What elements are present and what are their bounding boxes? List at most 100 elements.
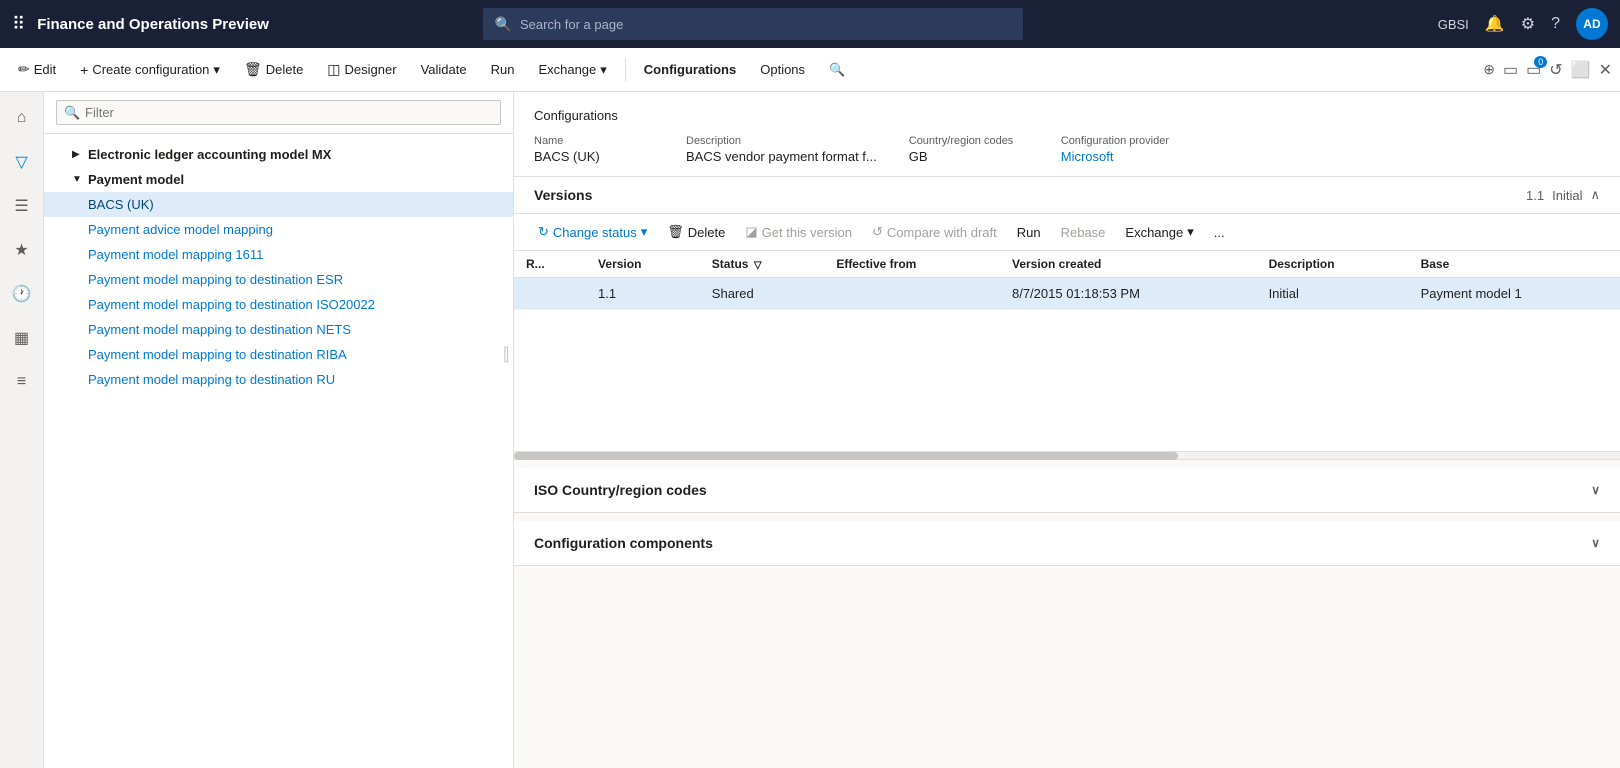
configurations-tab[interactable]: Configurations bbox=[634, 58, 746, 81]
config-field-label-provider: Configuration provider bbox=[1061, 135, 1181, 147]
sidebar-item-lines[interactable]: ☰ bbox=[4, 188, 40, 224]
tree-item-payment-esr[interactable]: Payment model mapping to destination ESR bbox=[44, 267, 513, 292]
change-status-button[interactable]: ↻ Change status ▾ bbox=[530, 220, 655, 244]
run-button[interactable]: Run bbox=[481, 58, 525, 81]
main-toolbar: ✏ Edit + Create configuration ▾ 🗑 Delete… bbox=[0, 48, 1620, 92]
tree-item-electronic-ledger[interactable]: ▶ Electronic ledger accounting model MX bbox=[44, 142, 513, 167]
delete-version-label: Delete bbox=[688, 225, 726, 240]
edit-label: Edit bbox=[34, 62, 56, 77]
sidebar-item-grid[interactable]: ▦ bbox=[4, 320, 40, 356]
compare-icon: ↺ bbox=[872, 224, 883, 240]
tree-item-bacs-uk[interactable]: BACS (UK) bbox=[44, 192, 513, 217]
exchange-version-button[interactable]: Exchange ▾ bbox=[1117, 220, 1201, 244]
delete-label: Delete bbox=[266, 62, 304, 77]
exchange-dropdown-icon: ▾ bbox=[600, 62, 607, 78]
get-version-icon: ◪ bbox=[745, 224, 757, 240]
config-field-name: Name BACS (UK) bbox=[534, 135, 654, 164]
create-config-button[interactable]: + Create configuration ▾ bbox=[70, 58, 230, 82]
plus-icon: + bbox=[80, 62, 88, 78]
iso-section-header[interactable]: ISO Country/region codes ∨ bbox=[514, 468, 1620, 512]
col-header-description: Description bbox=[1257, 251, 1409, 278]
tree-item-payment-riba[interactable]: Payment model mapping to destination RIB… bbox=[44, 342, 513, 367]
maximize-icon[interactable]: ⬜ bbox=[1571, 60, 1591, 80]
sidebar-item-list[interactable]: ≡ bbox=[4, 364, 40, 400]
delete-version-icon: 🗑 bbox=[667, 224, 684, 240]
tree-item-payment-model-1611[interactable]: Payment model mapping 1611 bbox=[44, 242, 513, 267]
get-version-label: Get this version bbox=[762, 225, 852, 240]
cell-status: Shared bbox=[700, 278, 825, 310]
cell-run bbox=[514, 278, 586, 310]
configurations-label: Configurations bbox=[644, 62, 736, 77]
search-bar[interactable]: 🔍 Search for a page bbox=[483, 8, 1023, 40]
col-header-effective-from: Effective from bbox=[824, 251, 1000, 278]
designer-label: Designer bbox=[345, 62, 397, 77]
tree-filter-bar: 🔍 bbox=[44, 92, 513, 134]
compare-with-draft-button[interactable]: ↺ Compare with draft bbox=[864, 220, 1005, 244]
tree-item-payment-advice[interactable]: Payment advice model mapping bbox=[44, 217, 513, 242]
config-fields: Name BACS (UK) Description BACS vendor p… bbox=[534, 135, 1600, 164]
help-icon[interactable]: ? bbox=[1551, 15, 1560, 33]
delete-icon: 🗑 bbox=[244, 61, 262, 78]
exchange-button[interactable]: Exchange ▾ bbox=[528, 58, 616, 82]
designer-icon: ◫ bbox=[327, 61, 340, 78]
versions-section: Versions 1.1 Initial ∧ ↻ Change status ▾… bbox=[514, 177, 1620, 460]
main-layout: ⌂ ▽ ☰ ★ 🕐 ▦ ≡ 🔍 ▶ Electronic ledger acco… bbox=[0, 92, 1620, 768]
sidebar-item-home[interactable]: ⌂ bbox=[4, 100, 40, 136]
get-this-version-button[interactable]: ◪ Get this version bbox=[737, 220, 860, 244]
config-field-description: Description BACS vendor payment format f… bbox=[686, 135, 877, 164]
rebase-label: Rebase bbox=[1061, 225, 1106, 240]
collapse-versions-icon[interactable]: ∧ bbox=[1590, 187, 1600, 203]
avatar[interactable]: AD bbox=[1576, 8, 1608, 40]
exchange-label: Exchange bbox=[538, 62, 596, 77]
bell-icon[interactable]: 🔔 bbox=[1485, 14, 1505, 34]
gbsi-label: GBSI bbox=[1438, 17, 1469, 32]
rebase-button[interactable]: Rebase bbox=[1053, 221, 1114, 244]
toolbar-search-btn[interactable]: 🔍 bbox=[819, 58, 855, 82]
tree-item-label-payment-model: Payment model bbox=[88, 172, 184, 187]
options-label: Options bbox=[760, 62, 805, 77]
delete-version-button[interactable]: 🗑 Delete bbox=[659, 220, 733, 244]
refresh-icon[interactable]: ↺ bbox=[1549, 60, 1562, 80]
panel-icon[interactable]: ▭ bbox=[1503, 60, 1518, 80]
config-field-country: Country/region codes GB bbox=[909, 135, 1029, 164]
delete-button[interactable]: 🗑 Delete bbox=[234, 57, 313, 82]
table-row[interactable]: 1.1 Shared 8/7/2015 01:18:53 PM Initial … bbox=[514, 278, 1620, 310]
tree-item-payment-model[interactable]: ▼ Payment model bbox=[44, 167, 513, 192]
gear-icon[interactable]: ⚙ bbox=[1521, 14, 1535, 34]
config-field-label-name: Name bbox=[534, 135, 654, 147]
toolbar-right-icons: ⊕ ▭ ▭ 0 ↺ ⬜ ✕ bbox=[1483, 60, 1612, 80]
pin-icon[interactable]: ⊕ bbox=[1483, 61, 1495, 78]
create-config-label: Create configuration bbox=[92, 62, 209, 77]
run-version-button[interactable]: Run bbox=[1009, 221, 1049, 244]
tree-item-payment-nets[interactable]: Payment model mapping to destination NET… bbox=[44, 317, 513, 342]
more-button[interactable]: ... bbox=[1206, 221, 1233, 244]
sidebar-item-clock[interactable]: 🕐 bbox=[4, 276, 40, 312]
edit-button[interactable]: ✏ Edit bbox=[8, 57, 66, 82]
cell-description: Initial bbox=[1257, 278, 1409, 310]
more-icon: ... bbox=[1214, 225, 1225, 240]
tree-item-label-1611: Payment model mapping 1611 bbox=[88, 247, 263, 262]
badge-icon[interactable]: ▭ 0 bbox=[1526, 60, 1541, 80]
sidebar-item-star[interactable]: ★ bbox=[4, 232, 40, 268]
config-field-value-country: GB bbox=[909, 149, 1029, 164]
close-icon[interactable]: ✕ bbox=[1599, 60, 1612, 80]
tree-item-payment-iso20022[interactable]: Payment model mapping to destination ISO… bbox=[44, 292, 513, 317]
config-components-header[interactable]: Configuration components ∨ bbox=[514, 521, 1620, 565]
tree-item-label-esr: Payment model mapping to destination ESR bbox=[88, 272, 343, 287]
config-field-value-provider[interactable]: Microsoft bbox=[1061, 149, 1181, 164]
tree-panel: 🔍 ▶ Electronic ledger accounting model M… bbox=[44, 92, 514, 768]
validate-button[interactable]: Validate bbox=[411, 58, 477, 81]
horizontal-scrollbar[interactable] bbox=[514, 451, 1620, 459]
tree-item-payment-ru[interactable]: Payment model mapping to destination RU bbox=[44, 367, 513, 392]
designer-button[interactable]: ◫ Designer bbox=[317, 57, 406, 82]
tree-item-label-riba: Payment model mapping to destination RIB… bbox=[88, 347, 347, 362]
status-filter-icon[interactable]: ▽ bbox=[754, 260, 762, 271]
config-components-section: Configuration components ∨ bbox=[514, 521, 1620, 566]
config-field-value-description: BACS vendor payment format f... bbox=[686, 149, 877, 164]
filter-input[interactable] bbox=[56, 100, 501, 125]
sidebar-item-filter[interactable]: ▽ bbox=[4, 144, 40, 180]
validate-label: Validate bbox=[421, 62, 467, 77]
cell-base[interactable]: Payment model 1 bbox=[1409, 278, 1620, 310]
apps-icon[interactable]: ⠿ bbox=[12, 14, 25, 35]
options-tab[interactable]: Options bbox=[750, 58, 815, 81]
